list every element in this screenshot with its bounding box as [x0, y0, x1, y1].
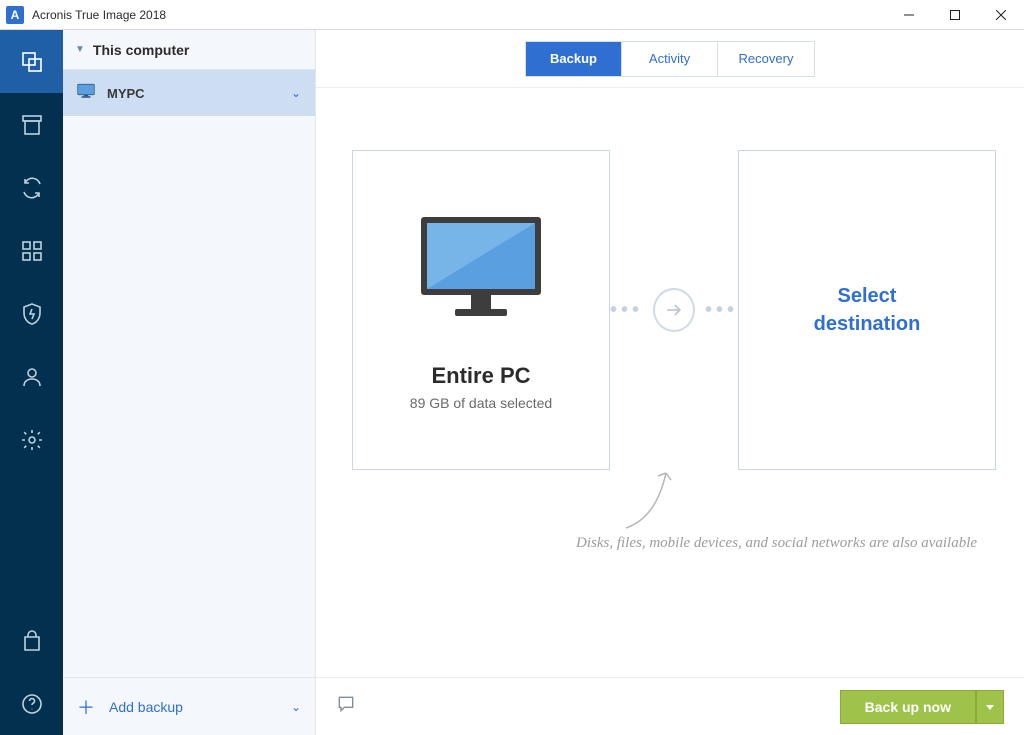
- arrow-right-circle-icon: [653, 288, 695, 332]
- caret-down-icon: [985, 702, 995, 712]
- tab-recovery[interactable]: Recovery: [718, 42, 814, 76]
- app-icon: A: [6, 6, 24, 24]
- sync-arrows-icon: [20, 176, 44, 200]
- shield-bolt-icon: [20, 302, 44, 326]
- add-backup-button[interactable]: ＋ Add backup ⌄: [63, 677, 315, 735]
- title-bar: A Acronis True Image 2018: [0, 0, 1024, 30]
- nav-rail: [0, 30, 63, 735]
- backup-list-item-mypc[interactable]: MYPC ⌄: [63, 70, 315, 116]
- archive-box-icon: [20, 113, 44, 137]
- source-card[interactable]: Entire PC 89 GB of data selected: [352, 150, 610, 470]
- main-content: Backup Activity Recovery Entire PC 89 GB…: [316, 30, 1024, 735]
- backup-list-header[interactable]: ▼ This computer: [63, 30, 315, 70]
- monitor-icon: [77, 83, 95, 104]
- source-title: Entire PC: [431, 363, 530, 389]
- tab-activity[interactable]: Activity: [622, 42, 718, 76]
- dots-right-icon: •••: [705, 299, 738, 322]
- protection-nav[interactable]: [0, 282, 63, 345]
- hint-text: Disks, files, mobile devices, and social…: [576, 532, 977, 555]
- caret-down-icon: ▼: [75, 44, 85, 55]
- window-title: Acronis True Image 2018: [32, 8, 166, 22]
- tab-label: Recovery: [739, 51, 794, 66]
- help-nav[interactable]: [0, 672, 63, 735]
- cards-row: Entire PC 89 GB of data selected ••• •••…: [352, 150, 996, 470]
- backup-now-dropdown[interactable]: [976, 690, 1004, 724]
- plus-icon: ＋: [77, 694, 95, 720]
- source-subtitle: 89 GB of data selected: [410, 395, 552, 411]
- person-icon: [20, 365, 44, 389]
- tab-label: Backup: [550, 51, 597, 66]
- overlap-squares-icon: [20, 50, 44, 74]
- grid-icon: [20, 239, 44, 263]
- tab-label: Activity: [649, 51, 690, 66]
- store-nav[interactable]: [0, 609, 63, 672]
- footer-row: Back up now: [316, 677, 1024, 735]
- title-bar-left: A Acronis True Image 2018: [6, 6, 166, 24]
- pc-monitor-icon: [411, 209, 551, 329]
- minimize-button[interactable]: [886, 0, 932, 30]
- chevron-down-icon[interactable]: ⌄: [291, 700, 301, 714]
- comment-icon[interactable]: [336, 694, 356, 719]
- help-circle-icon: [20, 692, 44, 716]
- backup-item-label: MYPC: [107, 86, 279, 101]
- window-controls: [886, 0, 1024, 30]
- add-backup-label: Add backup: [109, 699, 183, 715]
- backup-now-button-group: Back up now: [840, 690, 1004, 724]
- account-nav[interactable]: [0, 345, 63, 408]
- tab-backup[interactable]: Backup: [526, 42, 622, 76]
- dots-left-icon: •••: [610, 299, 643, 322]
- shopping-bag-icon: [20, 629, 44, 653]
- destination-line2: destination: [814, 313, 921, 335]
- backup-now-button[interactable]: Back up now: [840, 690, 976, 724]
- gear-icon: [20, 428, 44, 452]
- backup-now-label: Back up now: [865, 699, 951, 715]
- close-button[interactable]: [978, 0, 1024, 30]
- tabs-row: Backup Activity Recovery: [316, 30, 1024, 88]
- tabs: Backup Activity Recovery: [525, 41, 815, 77]
- destination-card[interactable]: Select destination: [738, 150, 996, 470]
- chevron-down-icon[interactable]: ⌄: [291, 86, 301, 100]
- maximize-button[interactable]: [932, 0, 978, 30]
- dashboard-nav[interactable]: [0, 219, 63, 282]
- stage: Entire PC 89 GB of data selected ••• •••…: [316, 88, 1024, 677]
- backup-list-panel: ▼ This computer MYPC ⌄ ＋ Add backup ⌄: [63, 30, 316, 735]
- connector: ••• •••: [610, 288, 738, 332]
- settings-nav[interactable]: [0, 408, 63, 471]
- backup-list-header-label: This computer: [93, 42, 189, 58]
- sync-nav[interactable]: [0, 156, 63, 219]
- destination-line1: Select: [838, 285, 897, 307]
- backup-nav[interactable]: [0, 30, 63, 93]
- archive-nav[interactable]: [0, 93, 63, 156]
- app-initial: A: [11, 8, 20, 22]
